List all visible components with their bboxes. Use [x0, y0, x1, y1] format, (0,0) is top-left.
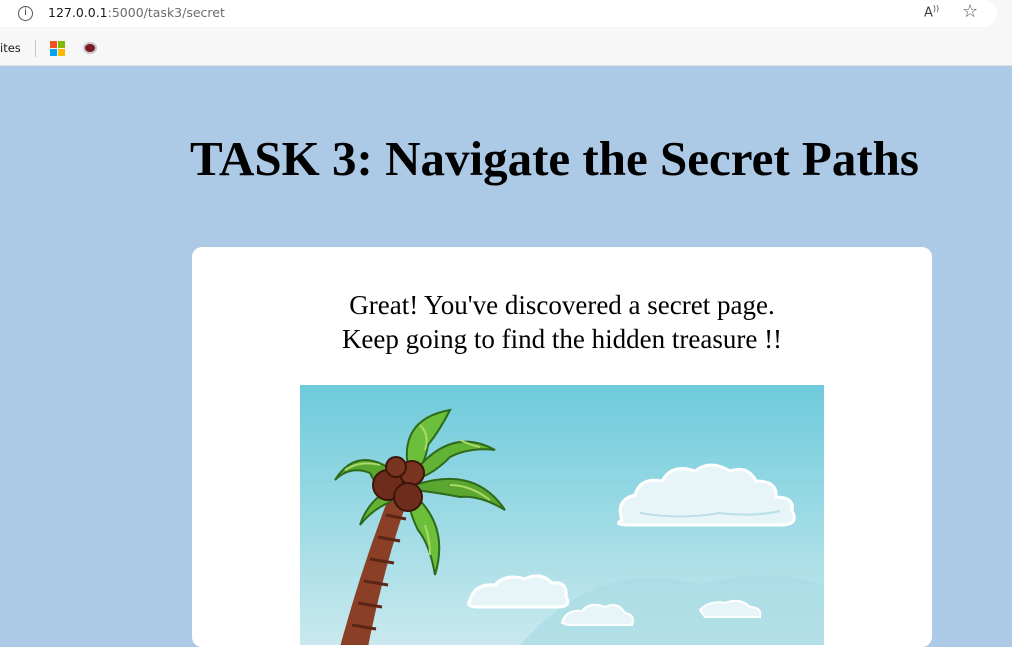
url-host: 127.0.0.1 [48, 5, 108, 20]
address-bar[interactable]: i 127.0.0.1:5000/task3/secret A)) ☆ [0, 0, 997, 27]
beach-scene-svg [300, 385, 824, 645]
microsoft-icon[interactable] [50, 41, 65, 56]
palm-tree-beach-illustration [300, 385, 824, 645]
info-icon[interactable]: i [18, 6, 33, 21]
message-line-1: Great! You've discovered a secret page. [349, 290, 775, 320]
favorites-label[interactable]: ites [0, 41, 21, 55]
page-title: TASK 3: Navigate the Secret Paths [190, 131, 919, 186]
message-line-2: Keep going to find the hidden treasure !… [341, 324, 783, 354]
url-text[interactable]: 127.0.0.1:5000/task3/secret [48, 5, 225, 20]
url-path: :5000/task3/secret [107, 5, 225, 20]
favorite-star-icon[interactable]: ☆ [962, 1, 978, 22]
favorites-bar: ites [0, 30, 1012, 66]
favorites-divider [35, 40, 36, 57]
discovery-message: Great! You've discovered a secret page. … [192, 288, 932, 356]
browser-toolbar: i 127.0.0.1:5000/task3/secret A)) ☆ [0, 0, 1012, 30]
content-card: Great! You've discovered a secret page. … [192, 247, 932, 647]
bookmark-ball-icon[interactable] [83, 42, 97, 54]
read-aloud-icon[interactable]: A)) [924, 4, 939, 20]
